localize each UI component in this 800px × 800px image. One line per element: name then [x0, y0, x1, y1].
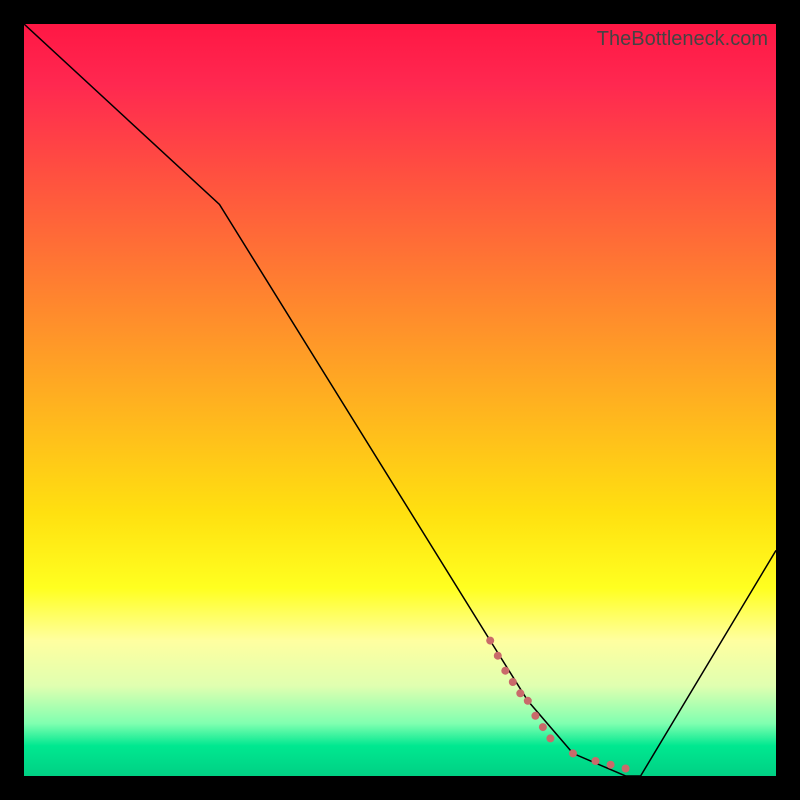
highlight-dot — [546, 734, 554, 742]
highlight-dot — [569, 749, 577, 757]
highlight-dots — [486, 637, 629, 773]
highlight-dot — [524, 697, 532, 705]
chart-svg — [24, 24, 776, 776]
highlight-dot — [531, 712, 539, 720]
watermark-text: TheBottleneck.com — [597, 28, 768, 51]
highlight-dot — [622, 765, 630, 773]
highlight-dot — [539, 723, 547, 731]
highlight-dot — [494, 652, 502, 660]
plot-area: TheBottleneck.com — [24, 24, 776, 776]
highlight-dot — [607, 761, 615, 769]
highlight-dot — [516, 689, 524, 697]
highlight-dot — [486, 637, 494, 645]
highlight-dot — [592, 757, 600, 765]
highlight-dot — [501, 667, 509, 675]
highlight-dot — [509, 678, 517, 686]
curve-line — [24, 24, 776, 776]
